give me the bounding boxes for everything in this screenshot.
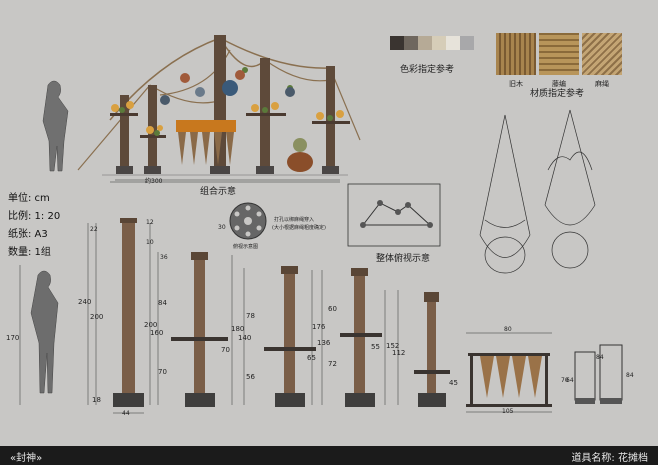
dim-30: 30 — [218, 224, 226, 231]
dim-160: 160 — [150, 329, 164, 337]
material-rattan — [539, 33, 579, 75]
dim-80: 80 — [504, 326, 512, 333]
dim-200: 200 — [90, 313, 104, 321]
swatch-3 — [418, 36, 432, 50]
swatch-6 — [460, 36, 474, 50]
spec-block: 单位: cm 比例: 1: 20 纸张: A3 数量: 1组 — [8, 190, 60, 262]
dim-44: 44 — [122, 410, 130, 417]
dim-180: 180 — [231, 325, 245, 333]
combo-caption: 组合示意 — [200, 187, 237, 197]
swatch-5 — [446, 36, 460, 50]
hole-note: 打孔以绑麻绳穿入 — [274, 217, 315, 223]
material-label-3: 麻绳 — [595, 80, 609, 88]
person-silhouette-bottom — [30, 270, 59, 394]
dim-45: 45 — [449, 379, 458, 387]
color-palette — [390, 36, 474, 50]
spec-paper: 纸张: A3 — [8, 229, 48, 240]
spec-unit: 单位: cm — [8, 193, 50, 204]
top-view-caption: 整体俯视示意 — [376, 254, 431, 264]
dim-136: 136 — [317, 339, 331, 347]
dim-65: 65 — [307, 354, 316, 362]
dim-78: 78 — [246, 312, 255, 320]
dim-84: 84 — [158, 299, 167, 307]
swatch-1 — [390, 36, 404, 50]
design-sheet: 色彩指定参考 旧木 藤编 麻绳 材质指定参考 约300 组合示意 整体俯视示意 … — [0, 0, 658, 465]
dim-12: 12 — [146, 219, 154, 226]
dim-60: 60 — [328, 305, 337, 313]
project-title: «封神» — [10, 453, 43, 464]
dim-140: 140 — [238, 334, 252, 342]
dim-55: 55 — [371, 343, 380, 351]
top-view-box — [347, 183, 441, 247]
person-silhouette-top — [42, 80, 69, 172]
hole-caption: 俯视示意图 — [233, 244, 259, 250]
dim-36: 36 — [160, 254, 168, 261]
swatch-4 — [432, 36, 446, 50]
dim-18: 18 — [92, 396, 101, 404]
dim-64: 64 — [566, 377, 574, 384]
combo-width-label: 约300 — [145, 178, 163, 185]
dim-72: 72 — [328, 360, 337, 368]
dim-70: 70 — [158, 368, 167, 376]
spec-scale: 比例: 1: 20 — [8, 211, 61, 222]
prop-name: 道具名称: 花摊档 — [571, 453, 648, 464]
material-hemp-rope — [582, 33, 622, 75]
material-ref-label: 材质指定参考 — [530, 89, 585, 99]
dim-200b: 200 — [144, 321, 158, 329]
color-ref-label: 色彩指定参考 — [400, 65, 455, 75]
dim-84c: 84 — [626, 372, 634, 379]
dim-84b: 84 — [596, 354, 604, 361]
dim-112: 112 — [392, 349, 406, 357]
dim-10: 10 — [146, 239, 154, 246]
combo-illustration — [77, 35, 361, 181]
material-old-wood — [496, 33, 536, 75]
dim-56: 56 — [246, 373, 255, 381]
dim-176: 176 — [312, 323, 326, 331]
footer-bar: «封神» 道具名称: 花摊档 — [0, 446, 658, 465]
dim-22: 22 — [90, 226, 98, 233]
dim-170: 170 — [6, 334, 20, 342]
spec-qty: 数量: 1组 — [8, 247, 51, 258]
dim-240: 240 — [78, 298, 92, 306]
hole-note-2: (大小根据麻绳粗度确定) — [272, 225, 326, 231]
hanging-basket-sketches — [479, 109, 596, 274]
dim-70b: 70 — [221, 346, 230, 354]
dim-105: 105 — [502, 408, 514, 415]
swatch-2 — [404, 36, 418, 50]
